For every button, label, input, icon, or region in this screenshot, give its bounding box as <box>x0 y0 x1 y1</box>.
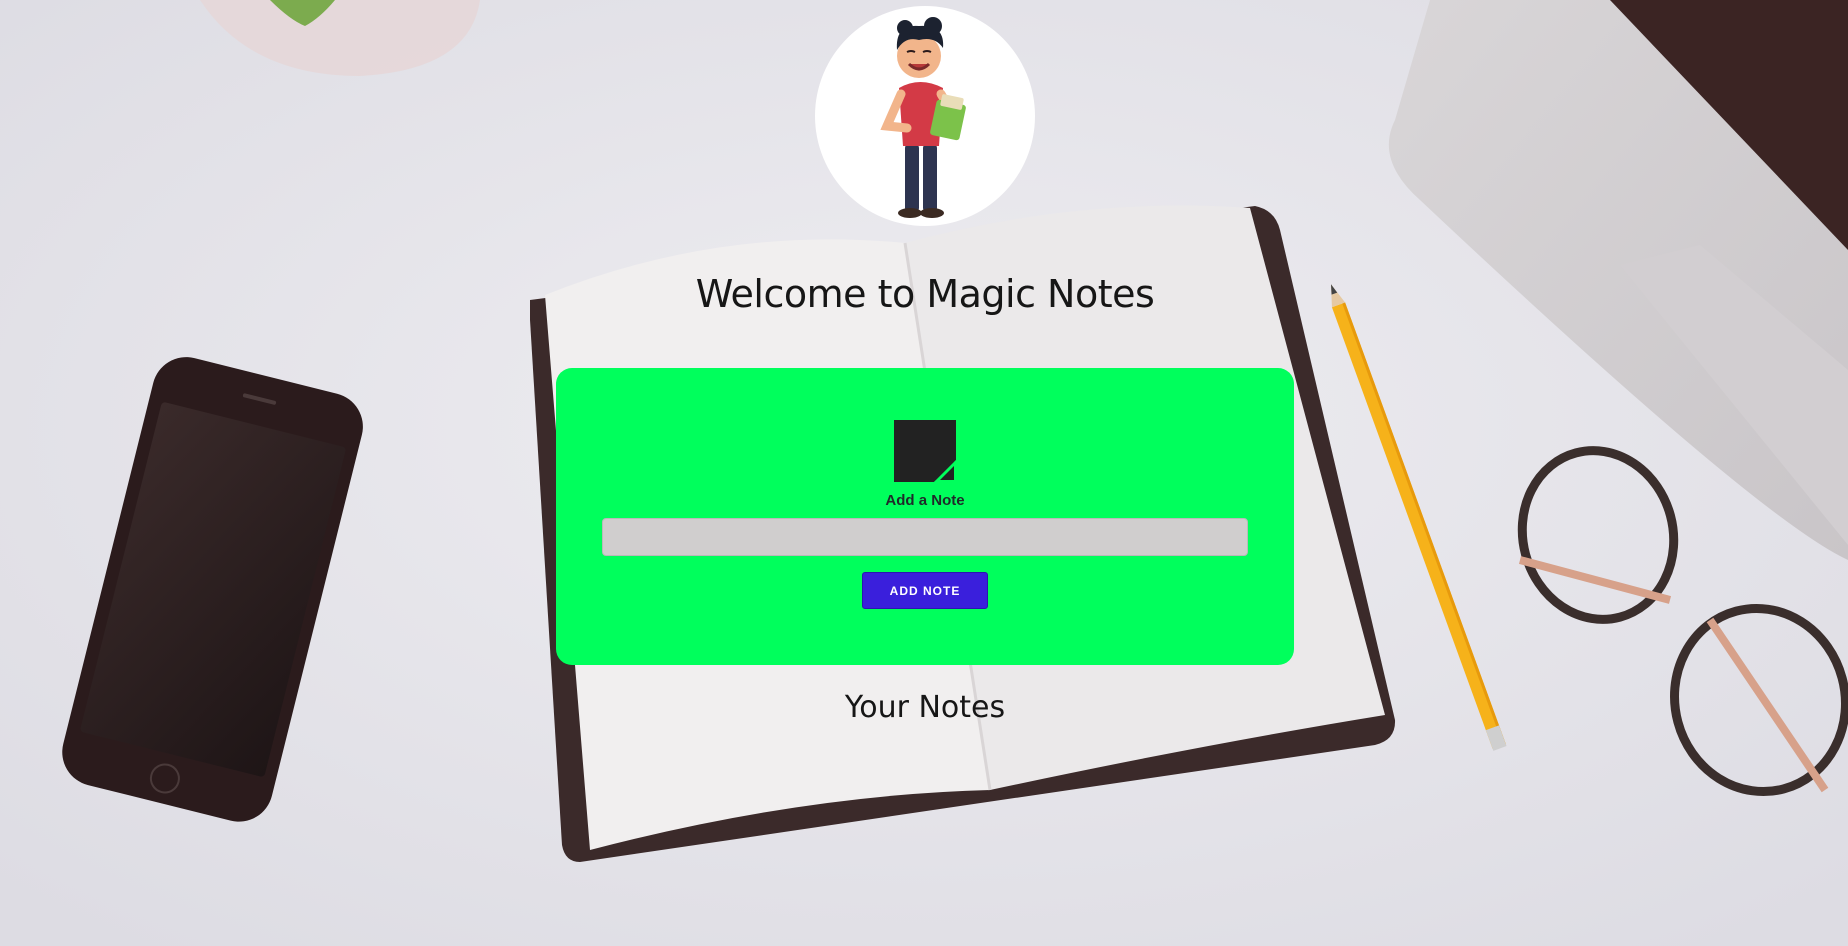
person-with-clipboard-icon <box>880 17 966 218</box>
add-note-card: Add a Note ADD NOTE <box>556 368 1294 665</box>
your-notes-heading: Your Notes <box>844 690 1006 725</box>
sticky-note-icon <box>892 418 958 484</box>
add-note-label: Add a Note <box>885 492 965 509</box>
page-title: Welcome to Magic Notes <box>695 272 1155 316</box>
note-input[interactable] <box>602 518 1248 556</box>
add-note-button[interactable]: ADD NOTE <box>862 572 988 609</box>
avatar <box>815 6 1035 226</box>
notes-list <box>556 740 1294 741</box>
